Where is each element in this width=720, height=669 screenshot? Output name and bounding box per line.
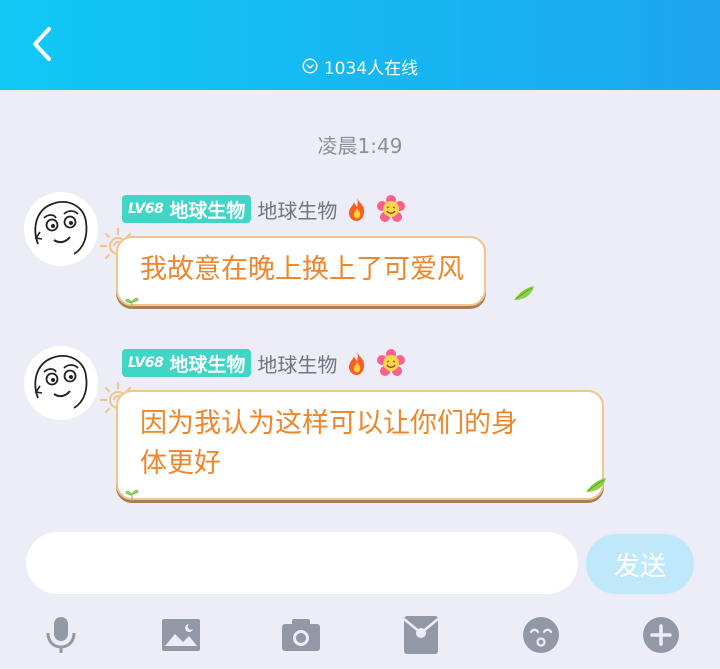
- sender-nickname[interactable]: 地球生物: [257, 349, 337, 378]
- red-packet-icon: [403, 616, 439, 654]
- flower-smile-icon[interactable]: [377, 195, 406, 223]
- more-button[interactable]: [636, 610, 686, 660]
- sprout-decoration-icon: [125, 297, 139, 309]
- flower-smile-icon[interactable]: [377, 349, 406, 377]
- sender-info: LV68 地球生物 地球生物: [122, 194, 406, 224]
- message-timestamp: 凌晨1:49: [317, 134, 403, 158]
- level-label: LV68: [128, 201, 164, 217]
- microphone-icon: [46, 617, 76, 653]
- message-text: 我故意在晚上换上了可爱风: [140, 254, 464, 285]
- sprout-decoration-icon: [125, 489, 139, 501]
- voice-button[interactable]: [36, 610, 86, 660]
- camera-icon: [282, 619, 320, 651]
- sender-info: LV68 地球生物 地球生物: [122, 348, 406, 378]
- image-button[interactable]: [156, 610, 206, 660]
- bottom-toolbar: [0, 600, 720, 669]
- emoji-icon: [523, 617, 559, 653]
- level-title-badge[interactable]: LV68 地球生物: [122, 349, 252, 377]
- send-button[interactable]: 发送: [586, 534, 694, 594]
- fire-icon[interactable]: [343, 195, 371, 223]
- message-bubble[interactable]: 因为我认为这样可以让你们的身 体更好: [116, 390, 604, 500]
- chat-area[interactable]: 凌晨1:49 LV68 地球生物 地球生物 我故意在晚上换上了可爱风 LV68 …: [0, 90, 720, 520]
- sender-nickname[interactable]: 地球生物: [257, 195, 337, 224]
- message-input[interactable]: [26, 532, 578, 594]
- online-count-dropdown[interactable]: 1034人在线: [0, 54, 720, 79]
- title-label: 地球生物: [169, 199, 246, 222]
- level-title-badge[interactable]: LV68 地球生物: [122, 195, 252, 223]
- message-text-line: 因为我认为这样可以让你们的身: [140, 408, 518, 439]
- level-label: LV68: [128, 355, 164, 371]
- leaf-decoration-icon: [514, 286, 534, 300]
- image-icon: [162, 619, 200, 651]
- red-packet-button[interactable]: [396, 610, 446, 660]
- plus-icon: [643, 617, 679, 653]
- chevron-down-circle-icon: [302, 58, 318, 74]
- message-bubble[interactable]: 我故意在晚上换上了可爱风: [116, 236, 486, 306]
- avatar[interactable]: [24, 192, 98, 266]
- meme-face-icon: [25, 347, 97, 419]
- fire-icon[interactable]: [343, 349, 371, 377]
- online-count-text: 1034人在线: [323, 58, 419, 79]
- camera-button[interactable]: [276, 610, 326, 660]
- avatar[interactable]: [24, 346, 98, 420]
- leaf-decoration-icon: [586, 478, 606, 492]
- title-label: 地球生物: [169, 353, 246, 376]
- message-text-line: 体更好: [140, 448, 221, 479]
- meme-face-icon: [25, 193, 97, 265]
- emoji-button[interactable]: [516, 610, 566, 660]
- composer-bar: 发送: [0, 520, 720, 610]
- top-bar: 1034人在线: [0, 0, 720, 90]
